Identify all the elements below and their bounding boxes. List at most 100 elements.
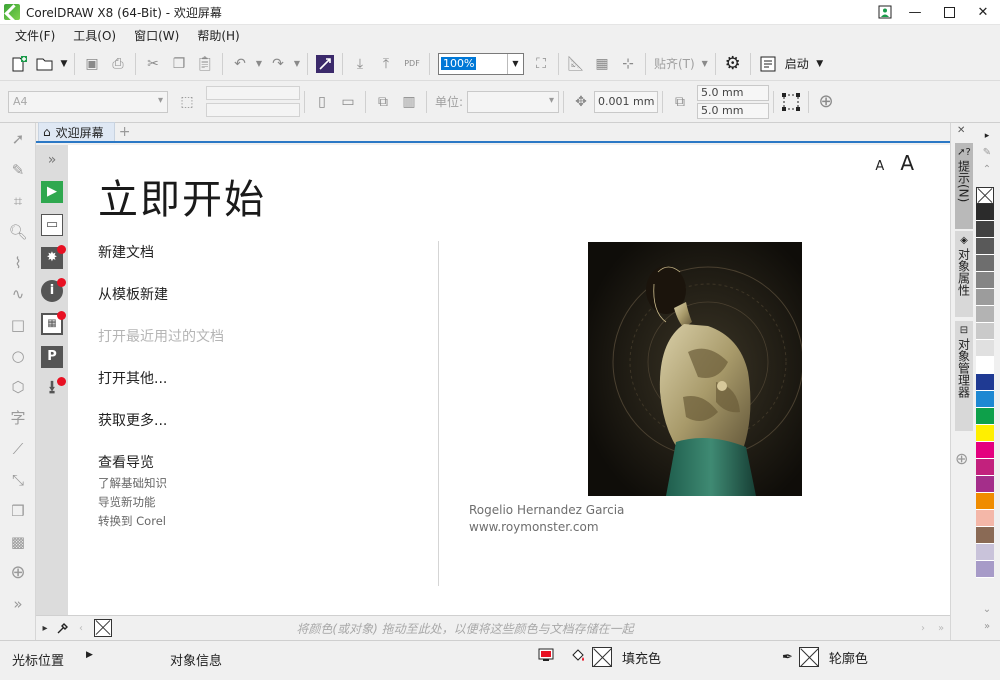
open-other-link[interactable]: 打开其他... xyxy=(98,369,224,411)
close-button[interactable]: ✕ xyxy=(966,0,1000,24)
no-color-swatch[interactable] xyxy=(94,619,112,637)
menu-help[interactable]: 帮助(H) xyxy=(188,25,248,47)
import-icon[interactable]: ⤓ xyxy=(347,51,373,77)
all-pages-icon[interactable]: ⧉ xyxy=(370,89,396,115)
eyedropper-icon[interactable] xyxy=(54,618,72,638)
new-document-link[interactable]: 新建文档 xyxy=(98,243,224,285)
close-docker-icon[interactable]: ✕ xyxy=(957,125,965,136)
color-swatch[interactable] xyxy=(976,459,994,476)
polygon-tool-icon[interactable]: ⬡ xyxy=(0,371,36,402)
snap-to-menu[interactable]: 贴齐(T) xyxy=(650,55,699,72)
maximize-button[interactable] xyxy=(932,0,966,24)
add-docker-icon[interactable]: ⊕ xyxy=(955,449,968,468)
get-more-nav[interactable]: ⭳ xyxy=(36,373,68,406)
paste-icon[interactable]: 📋︎ xyxy=(192,51,218,77)
color-swatch[interactable] xyxy=(976,272,994,289)
color-swatch[interactable] xyxy=(976,204,994,221)
add-icon[interactable]: ⊕ xyxy=(813,89,839,115)
palette-menu-icon[interactable]: ▸ xyxy=(985,131,990,141)
palette-eyedropper-icon[interactable]: ✎ xyxy=(983,147,991,158)
undo-icon[interactable]: ↶ xyxy=(227,51,253,77)
landscape-icon[interactable]: ▭ xyxy=(335,89,361,115)
color-swatch[interactable] xyxy=(976,306,994,323)
menu-window[interactable]: 窗口(W) xyxy=(125,25,188,47)
search-content-icon[interactable] xyxy=(312,51,338,77)
page-height-field[interactable] xyxy=(206,103,300,117)
rectangle-tool-icon[interactable]: □ xyxy=(0,309,36,340)
color-swatch[interactable] xyxy=(976,408,994,425)
full-screen-icon[interactable]: ⛶ xyxy=(528,51,554,77)
increase-font-button[interactable]: A xyxy=(900,151,914,175)
menu-tools[interactable]: 工具(O) xyxy=(64,25,125,47)
color-swatch[interactable] xyxy=(976,255,994,272)
color-swatch[interactable] xyxy=(976,221,994,238)
color-swatch[interactable] xyxy=(976,527,994,544)
menu-file[interactable]: 文件(F) xyxy=(6,25,64,47)
copy-icon[interactable]: ❐ xyxy=(166,51,192,77)
account-icon[interactable] xyxy=(872,0,898,24)
freehand-tool-icon[interactable]: ⌇ xyxy=(0,247,36,278)
color-swatch[interactable] xyxy=(976,357,994,374)
color-swatch[interactable] xyxy=(976,561,994,578)
palette-menu-icon[interactable]: ▸ xyxy=(36,618,54,638)
color-swatch[interactable] xyxy=(976,289,994,306)
text-tool-icon[interactable]: 字 xyxy=(0,402,36,433)
docker-tab-object-properties[interactable]: ◈ 对象属性 xyxy=(955,231,973,317)
save-icon[interactable]: ▣ xyxy=(79,51,105,77)
whats-new-nav[interactable]: ✸ xyxy=(36,241,68,274)
redo-icon[interactable]: ↷ xyxy=(265,51,291,77)
snap-dropdown-icon[interactable]: ▼ xyxy=(699,51,711,77)
collapse-nav-icon[interactable]: » xyxy=(36,145,68,175)
color-swatch[interactable] xyxy=(976,374,994,391)
outline-status[interactable]: ✒ 轮廓色 xyxy=(782,647,868,667)
color-swatch[interactable] xyxy=(976,493,994,510)
object-bounds-icon[interactable] xyxy=(778,89,804,115)
page-width-field[interactable] xyxy=(206,86,300,100)
new-tab-icon[interactable]: + xyxy=(117,124,133,140)
zoom-level-select[interactable]: 100% ▼ xyxy=(438,52,524,75)
color-swatch[interactable] xyxy=(976,425,994,442)
new-document-icon[interactable] xyxy=(6,51,32,77)
undo-dropdown-icon[interactable]: ▼ xyxy=(253,51,265,77)
zoom-tool-icon[interactable]: 🔍︎ xyxy=(0,216,36,247)
portrait-icon[interactable]: ▯ xyxy=(309,89,335,115)
launch-app-icon[interactable] xyxy=(755,51,781,77)
learning-nav[interactable]: i xyxy=(36,274,68,307)
print-icon[interactable]: ⎙ xyxy=(105,51,131,77)
get-more-link[interactable]: 获取更多... xyxy=(98,411,224,453)
open-dropdown-icon[interactable]: ▼ xyxy=(58,51,70,77)
docker-tab-object-manager[interactable]: ⊟ 对象管理器 xyxy=(955,321,973,431)
page-size-select[interactable]: A4 xyxy=(8,90,168,113)
learn-basics-link[interactable]: 了解基础知识 xyxy=(98,474,167,493)
color-swatch[interactable] xyxy=(976,476,994,493)
chevron-down-icon[interactable]: ▼ xyxy=(507,53,523,74)
grid-icon[interactable]: ▦ xyxy=(589,51,615,77)
tab-welcome-screen[interactable]: ⌂ 欢迎屏幕 xyxy=(38,122,115,141)
parallel-dimension-icon[interactable]: ⟋ xyxy=(0,433,36,464)
open-folder-icon[interactable] xyxy=(32,51,58,77)
color-swatch[interactable] xyxy=(976,510,994,527)
cut-icon[interactable]: ✂ xyxy=(140,51,166,77)
add-tool-icon[interactable]: ⊕ xyxy=(0,557,36,588)
units-select[interactable] xyxy=(467,90,560,113)
connector-tool-icon[interactable]: ⤡ xyxy=(0,464,36,495)
palette-scroll-down-icon[interactable]: ⌄ xyxy=(983,604,991,615)
docker-tab-hints[interactable]: ➚? 提示(N) xyxy=(955,143,973,229)
switch-to-corel-link[interactable]: 转换到 Corel xyxy=(98,512,167,531)
fill-status[interactable]: 填充色 xyxy=(538,647,661,667)
minimize-button[interactable]: — xyxy=(898,0,932,24)
color-swatch[interactable] xyxy=(976,323,994,340)
publish-pdf-icon[interactable]: PDF xyxy=(399,51,425,77)
palette-scroll-end-icon[interactable]: » xyxy=(984,621,990,632)
drop-shadow-icon[interactable]: ❒ xyxy=(0,495,36,526)
color-swatch[interactable] xyxy=(976,544,994,561)
launch-dropdown-icon[interactable]: ▼ xyxy=(813,51,827,77)
artist-url-link[interactable]: www.roymonster.com xyxy=(469,519,624,536)
current-page-icon[interactable]: ▥ xyxy=(396,89,422,115)
duplicate-x-field[interactable]: 5.0 mm xyxy=(697,84,770,101)
color-proof-icon[interactable] xyxy=(538,647,554,667)
gear-icon[interactable]: ⚙ xyxy=(720,51,746,77)
decrease-font-button[interactable]: A xyxy=(875,159,884,174)
scroll-left-icon[interactable]: ‹ xyxy=(72,618,90,638)
shape-tool-icon[interactable]: ✎ xyxy=(0,154,36,185)
